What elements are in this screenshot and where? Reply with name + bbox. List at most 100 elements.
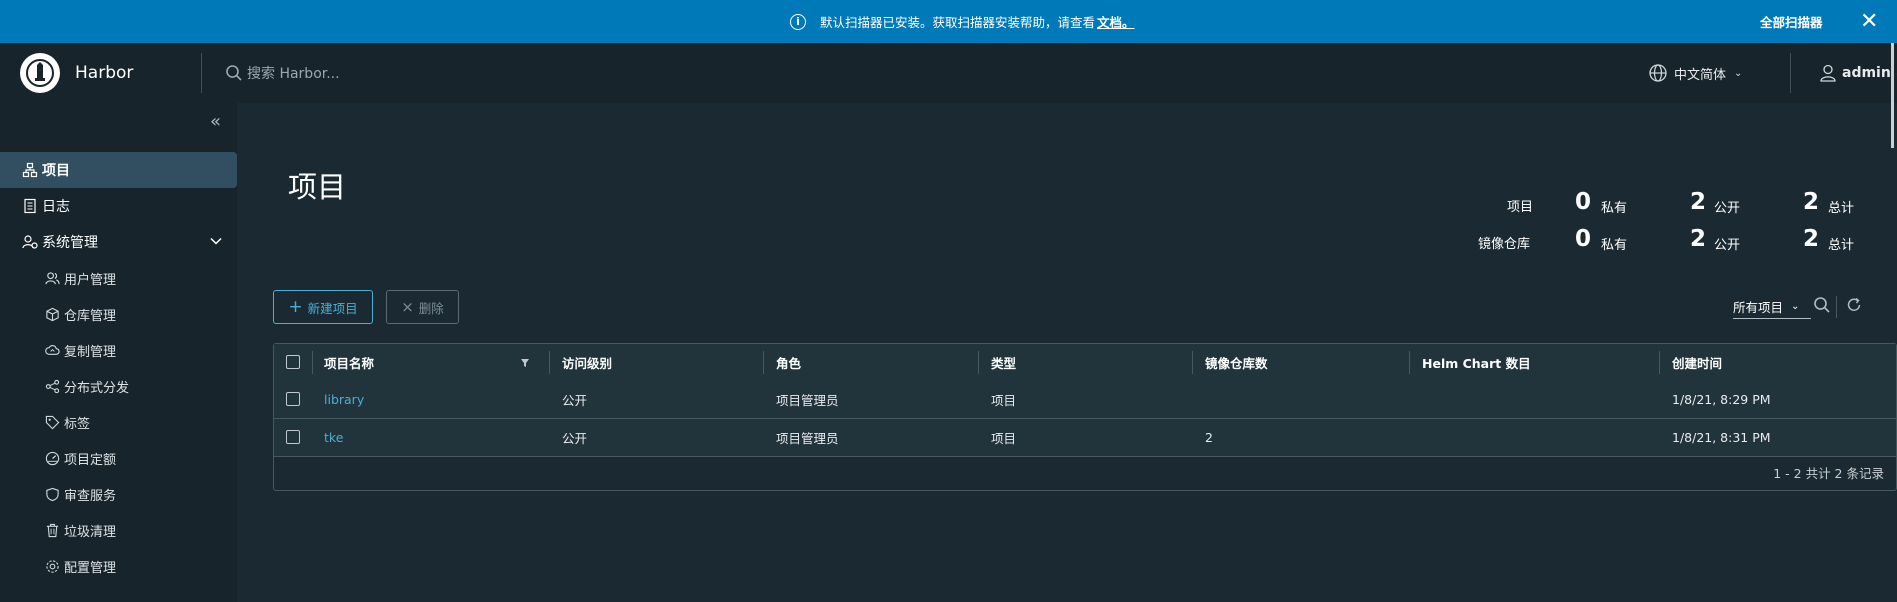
projects-table: 项目名称 访问级别 角色 类型 镜像仓库数 Helm Chart 数目 创建时间… bbox=[273, 343, 1897, 491]
header-divider bbox=[201, 53, 202, 93]
sidebar-item-label: 分布式分发 bbox=[64, 380, 130, 396]
stat-repo-private: 0 bbox=[1575, 226, 1592, 252]
column-header-access-level[interactable]: 访问级别 bbox=[562, 344, 612, 381]
stat-unit-total: 总计 bbox=[1828, 201, 1855, 216]
column-separator bbox=[978, 351, 979, 374]
shield-icon bbox=[42, 487, 62, 502]
tag-icon bbox=[42, 415, 62, 430]
banner-message: i 默认扫描器已安装。获取扫描器安装帮助，请查看 文档。 bbox=[790, 0, 1135, 43]
trash-icon bbox=[42, 523, 62, 538]
column-separator bbox=[312, 351, 313, 374]
stat-unit-private: 私有 bbox=[1601, 201, 1628, 216]
all-scanners-button[interactable]: 全部扫描器 bbox=[1760, 0, 1823, 43]
language-selector[interactable]: 中文简体 ⌄ bbox=[1648, 43, 1742, 103]
stat-project-public: 2 bbox=[1690, 189, 1707, 215]
table-header: 项目名称 访问级别 角色 类型 镜像仓库数 Helm Chart 数目 创建时间 bbox=[274, 344, 1896, 382]
users-icon bbox=[42, 271, 62, 286]
column-header-repo-count[interactable]: 镜像仓库数 bbox=[1205, 344, 1268, 381]
stat-repo-public: 2 bbox=[1690, 226, 1707, 252]
project-name-link[interactable]: tke bbox=[324, 419, 343, 456]
cell-type: 项目 bbox=[991, 431, 1017, 446]
stat-unit-public: 公开 bbox=[1714, 238, 1741, 253]
sidebar-item-projects[interactable]: 项目 bbox=[0, 152, 237, 188]
stat-unit-total: 总计 bbox=[1828, 238, 1855, 253]
brand-name[interactable]: Harbor bbox=[75, 43, 133, 103]
sidebar-item-label: 审查服务 bbox=[64, 488, 117, 504]
project-name-link[interactable]: library bbox=[324, 381, 364, 418]
toolbar-divider bbox=[1836, 296, 1837, 318]
chevron-down-icon[interactable] bbox=[209, 234, 223, 252]
refresh-icon[interactable] bbox=[1845, 296, 1863, 314]
sidebar-item-registries[interactable]: 仓库管理 bbox=[0, 296, 237, 332]
distribution-icon bbox=[42, 379, 62, 394]
sidebar-item-interrogation-services[interactable]: 审查服务 bbox=[0, 476, 237, 512]
logs-icon bbox=[20, 198, 40, 214]
sidebar-item-garbage-collection[interactable]: 垃圾清理 bbox=[0, 512, 237, 548]
filter-value: 所有项目 bbox=[1733, 299, 1784, 315]
stat-unit-private: 私有 bbox=[1601, 238, 1628, 253]
sidebar-item-users[interactable]: 用户管理 bbox=[0, 260, 237, 296]
registry-icon bbox=[42, 307, 62, 322]
sidebar-item-label: 垃圾清理 bbox=[64, 524, 117, 540]
stat-unit-public: 公开 bbox=[1714, 201, 1741, 216]
page-scrollbar[interactable] bbox=[1891, 43, 1894, 148]
cell-access-level: 公开 bbox=[562, 431, 588, 446]
new-project-button[interactable]: + 新建项目 bbox=[273, 290, 373, 324]
column-separator bbox=[549, 351, 550, 374]
select-all-checkbox[interactable] bbox=[286, 355, 300, 369]
header-divider bbox=[1790, 53, 1791, 93]
search-icon[interactable] bbox=[1813, 296, 1831, 314]
cell-access-level: 公开 bbox=[562, 393, 588, 408]
project-filter-select[interactable]: 所有项目 ⌄ bbox=[1733, 294, 1811, 319]
pagination-summary: 1 - 2 共计 2 条记录 bbox=[1773, 466, 1884, 481]
sidebar-item-label: 复制管理 bbox=[64, 344, 117, 360]
cell-repo-count: 2 bbox=[1205, 430, 1213, 445]
search-input[interactable]: 搜索 Harbor... bbox=[247, 63, 340, 83]
banner-docs-link[interactable]: 文档。 bbox=[1097, 12, 1135, 31]
column-header-type[interactable]: 类型 bbox=[991, 344, 1016, 381]
delete-button[interactable]: × 删除 bbox=[386, 290, 459, 324]
sidebar: « 项目 日志 系统管理 用户管理 仓库管理 复制管理 分布式分发 标签 项目定… bbox=[0, 103, 237, 602]
harbor-logo-icon[interactable] bbox=[20, 53, 60, 93]
table-row[interactable]: tke 公开 项目管理员 项目 2 1/8/21, 8:31 PM bbox=[274, 419, 1896, 457]
page-title: 项目 bbox=[288, 170, 347, 204]
search-icon bbox=[226, 65, 242, 81]
sidebar-item-system-admin[interactable]: 系统管理 bbox=[0, 224, 237, 260]
language-label: 中文简体 bbox=[1674, 67, 1727, 83]
sidebar-item-distribution[interactable]: 分布式分发 bbox=[0, 368, 237, 404]
row-checkbox[interactable] bbox=[286, 430, 300, 444]
sidebar-item-logs[interactable]: 日志 bbox=[0, 188, 237, 224]
filter-icon[interactable] bbox=[520, 344, 530, 381]
sidebar-item-replication[interactable]: 复制管理 bbox=[0, 332, 237, 368]
global-search[interactable]: 搜索 Harbor... bbox=[225, 43, 340, 103]
plus-icon: + bbox=[288, 297, 303, 317]
cell-role: 项目管理员 bbox=[776, 393, 839, 408]
quota-icon bbox=[42, 451, 62, 466]
sidebar-item-label: 配置管理 bbox=[64, 560, 117, 576]
user-menu[interactable]: admin ⌄ bbox=[1818, 43, 1897, 103]
column-separator bbox=[763, 351, 764, 374]
sidebar-item-quotas[interactable]: 项目定额 bbox=[0, 440, 237, 476]
cell-created-time: 1/8/21, 8:31 PM bbox=[1672, 430, 1771, 445]
info-icon: i bbox=[790, 13, 806, 30]
sidebar-item-configuration[interactable]: 配置管理 bbox=[0, 548, 237, 584]
close-icon: × bbox=[401, 298, 414, 316]
column-header-name[interactable]: 项目名称 bbox=[324, 344, 374, 381]
row-checkbox[interactable] bbox=[286, 392, 300, 406]
stat-project-total: 2 bbox=[1803, 189, 1820, 215]
new-project-label: 新建项目 bbox=[307, 300, 358, 316]
collapse-sidebar-icon[interactable]: « bbox=[210, 111, 221, 132]
globe-icon bbox=[1649, 64, 1667, 82]
chevron-down-icon: ⌄ bbox=[1791, 300, 1800, 312]
sidebar-item-label: 用户管理 bbox=[64, 272, 117, 288]
stat-projects-label: 项目 bbox=[1507, 200, 1534, 215]
chevron-down-icon: ⌄ bbox=[1734, 67, 1743, 79]
user-icon bbox=[1820, 64, 1836, 82]
sidebar-item-tags[interactable]: 标签 bbox=[0, 404, 237, 440]
column-header-helm-chart-count[interactable]: Helm Chart 数目 bbox=[1422, 344, 1531, 381]
close-icon[interactable]: ✕ bbox=[1860, 0, 1878, 43]
table-row[interactable]: library 公开 项目管理员 项目 1/8/21, 8:29 PM bbox=[274, 381, 1896, 419]
column-header-created-time[interactable]: 创建时间 bbox=[1672, 344, 1722, 381]
column-header-role[interactable]: 角色 bbox=[776, 344, 801, 381]
top-header: Harbor 搜索 Harbor... 中文简体 ⌄ admin ⌄ bbox=[0, 43, 1897, 103]
